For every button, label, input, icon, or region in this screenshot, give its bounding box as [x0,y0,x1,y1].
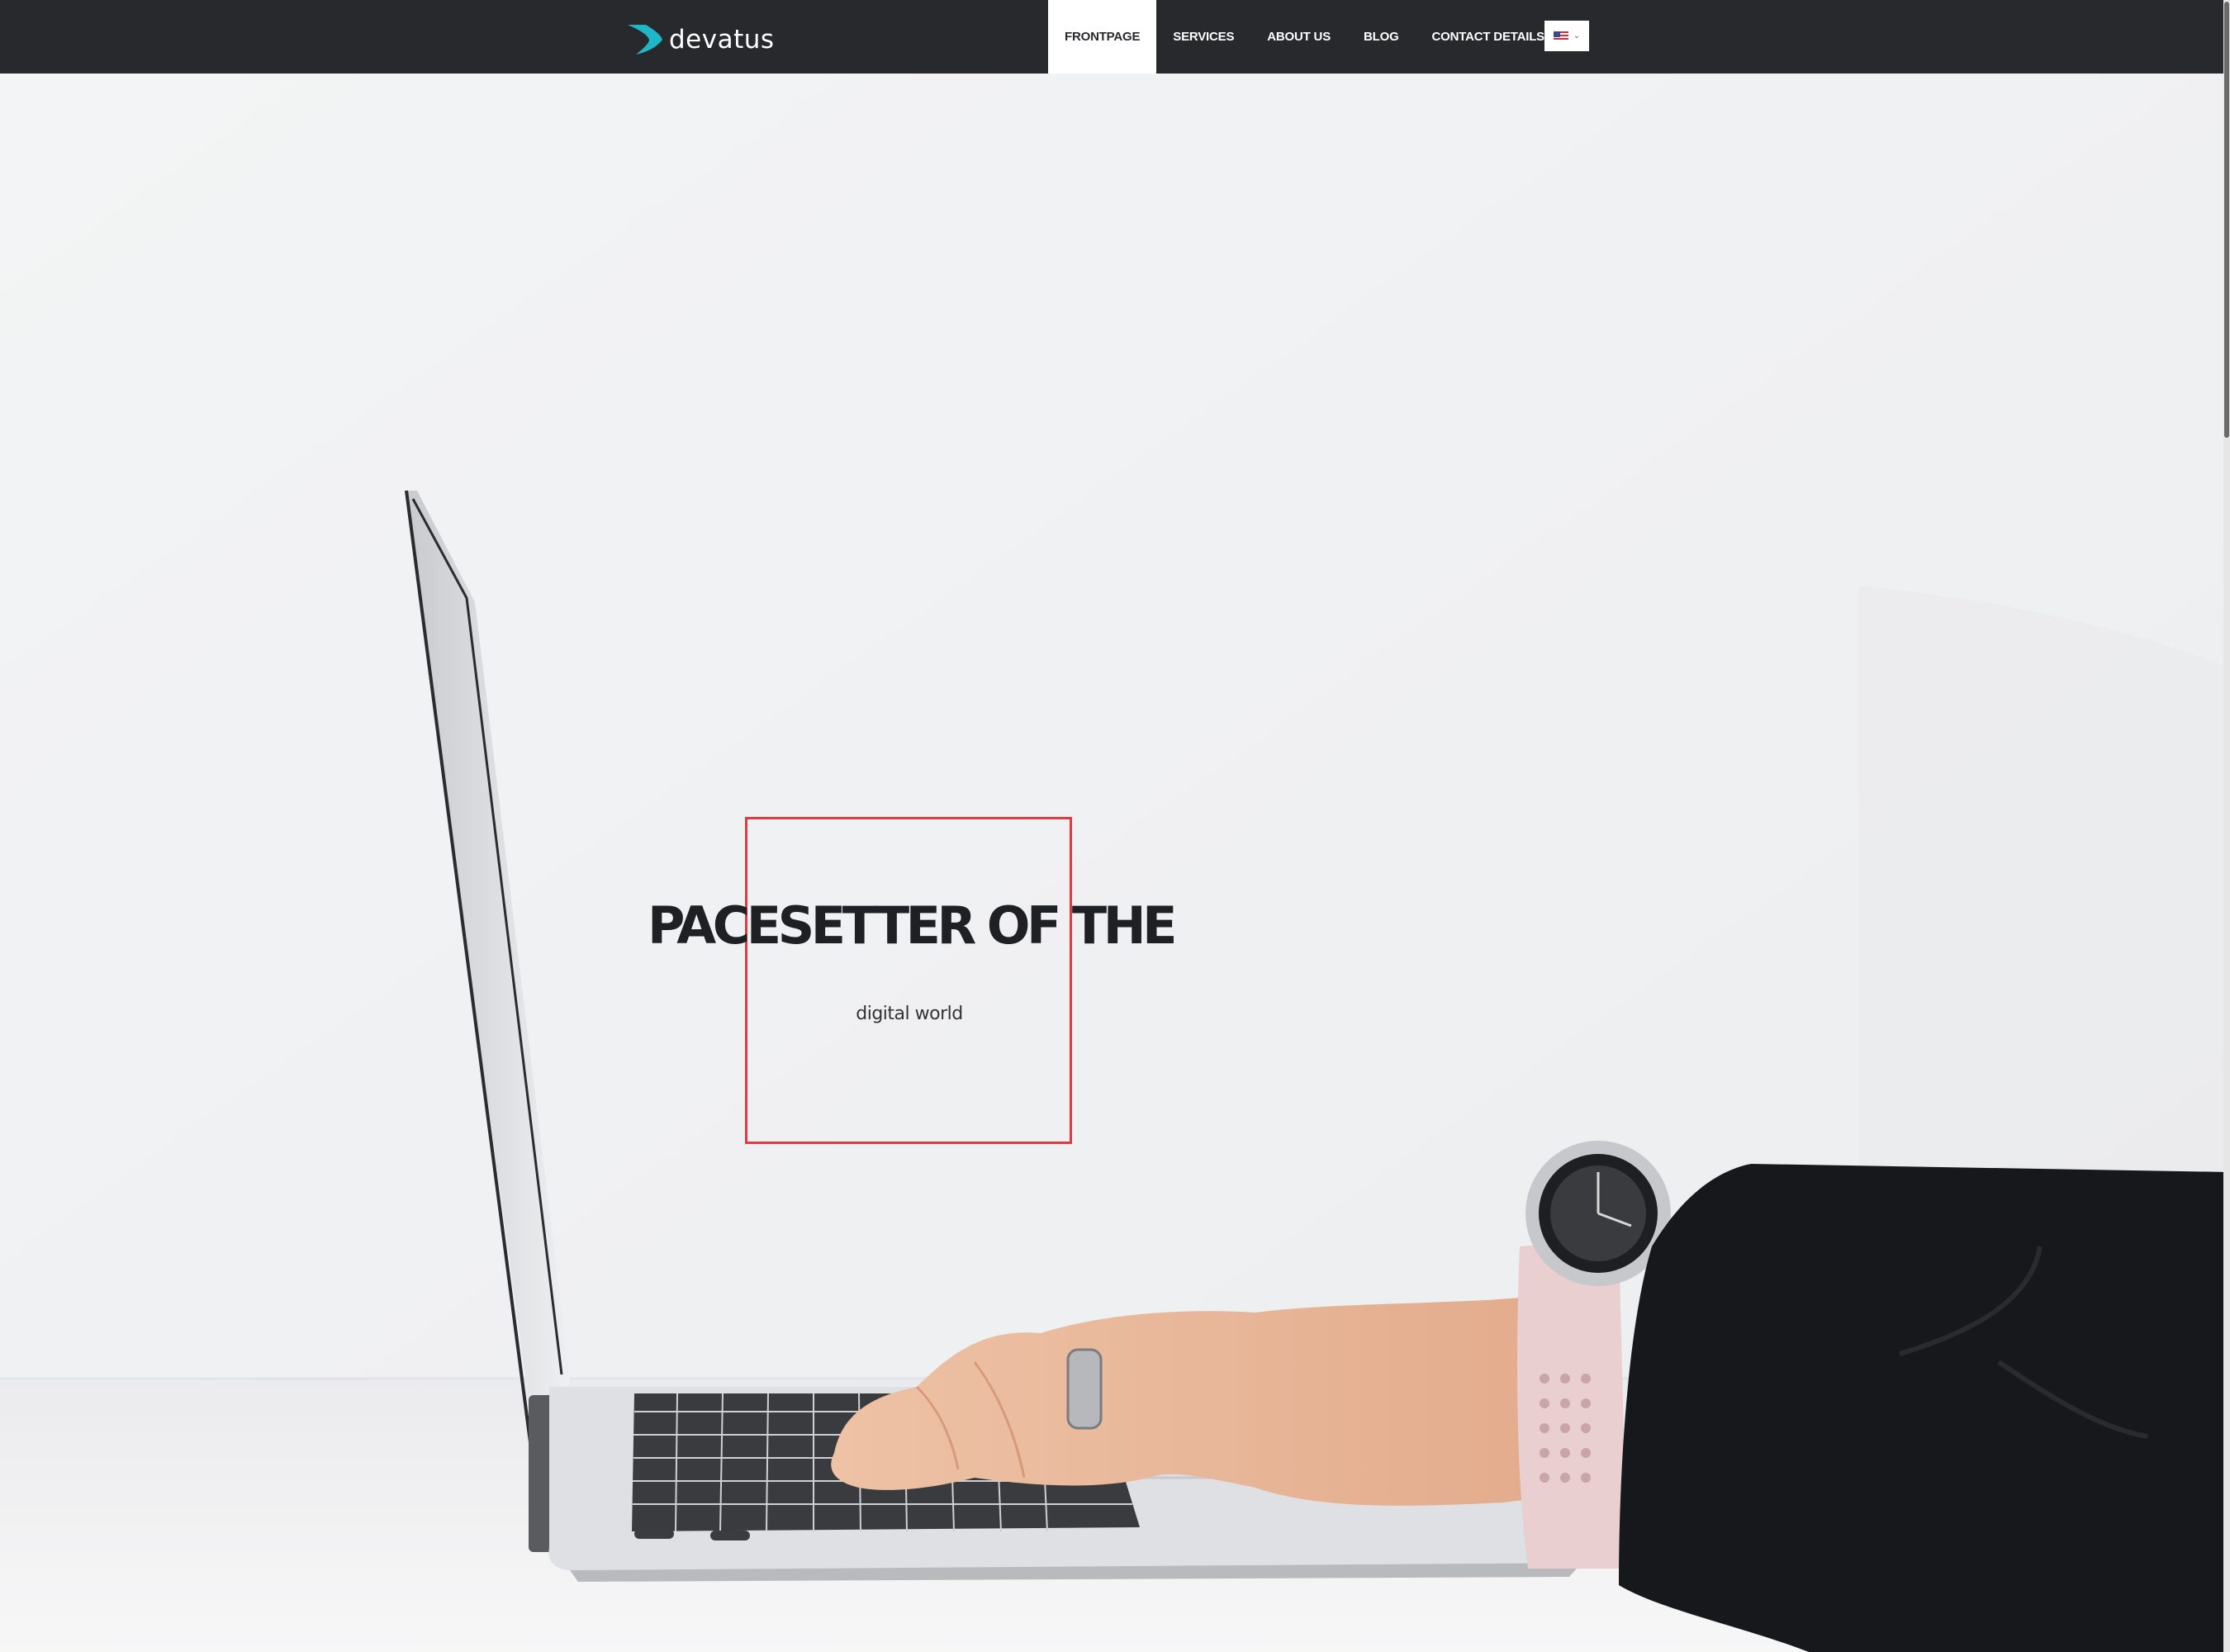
hero-laptop-hand-image [0,74,2230,1652]
brand-name: devatus [669,25,775,55]
nav-item-contact-details[interactable]: CONTACT DETAILS [1416,0,1561,74]
hero-headline: PACESETTER OF THE [648,895,1177,956]
nav-item-about-us[interactable]: ABOUT US [1250,0,1347,74]
chevron-down-icon: ⌄ [1573,31,1581,40]
devatus-logo-icon [628,25,662,55]
scrollbar-thumb[interactable] [2224,2,2229,438]
main-navigation: FRONTPAGE SERVICES ABOUT US BLOG CONTACT… [1048,0,1561,74]
language-selector[interactable]: ⌄ [1544,21,1589,51]
brand-logo[interactable]: devatus [626,21,775,58]
us-flag-icon [1553,31,1568,41]
nav-item-blog[interactable]: BLOG [1347,0,1416,74]
page-scrollbar[interactable] [2223,0,2230,1652]
hero-accent-frame [745,817,1072,1144]
hero-subline: digital world [856,1004,963,1024]
hero-section: PACESETTER OF THE digital world [0,74,2230,1652]
nav-item-services[interactable]: SERVICES [1156,0,1250,74]
nav-item-frontpage[interactable]: FRONTPAGE [1048,0,1157,74]
top-navigation-bar: devatus FRONTPAGE SERVICES ABOUT US BLOG… [0,0,2230,74]
